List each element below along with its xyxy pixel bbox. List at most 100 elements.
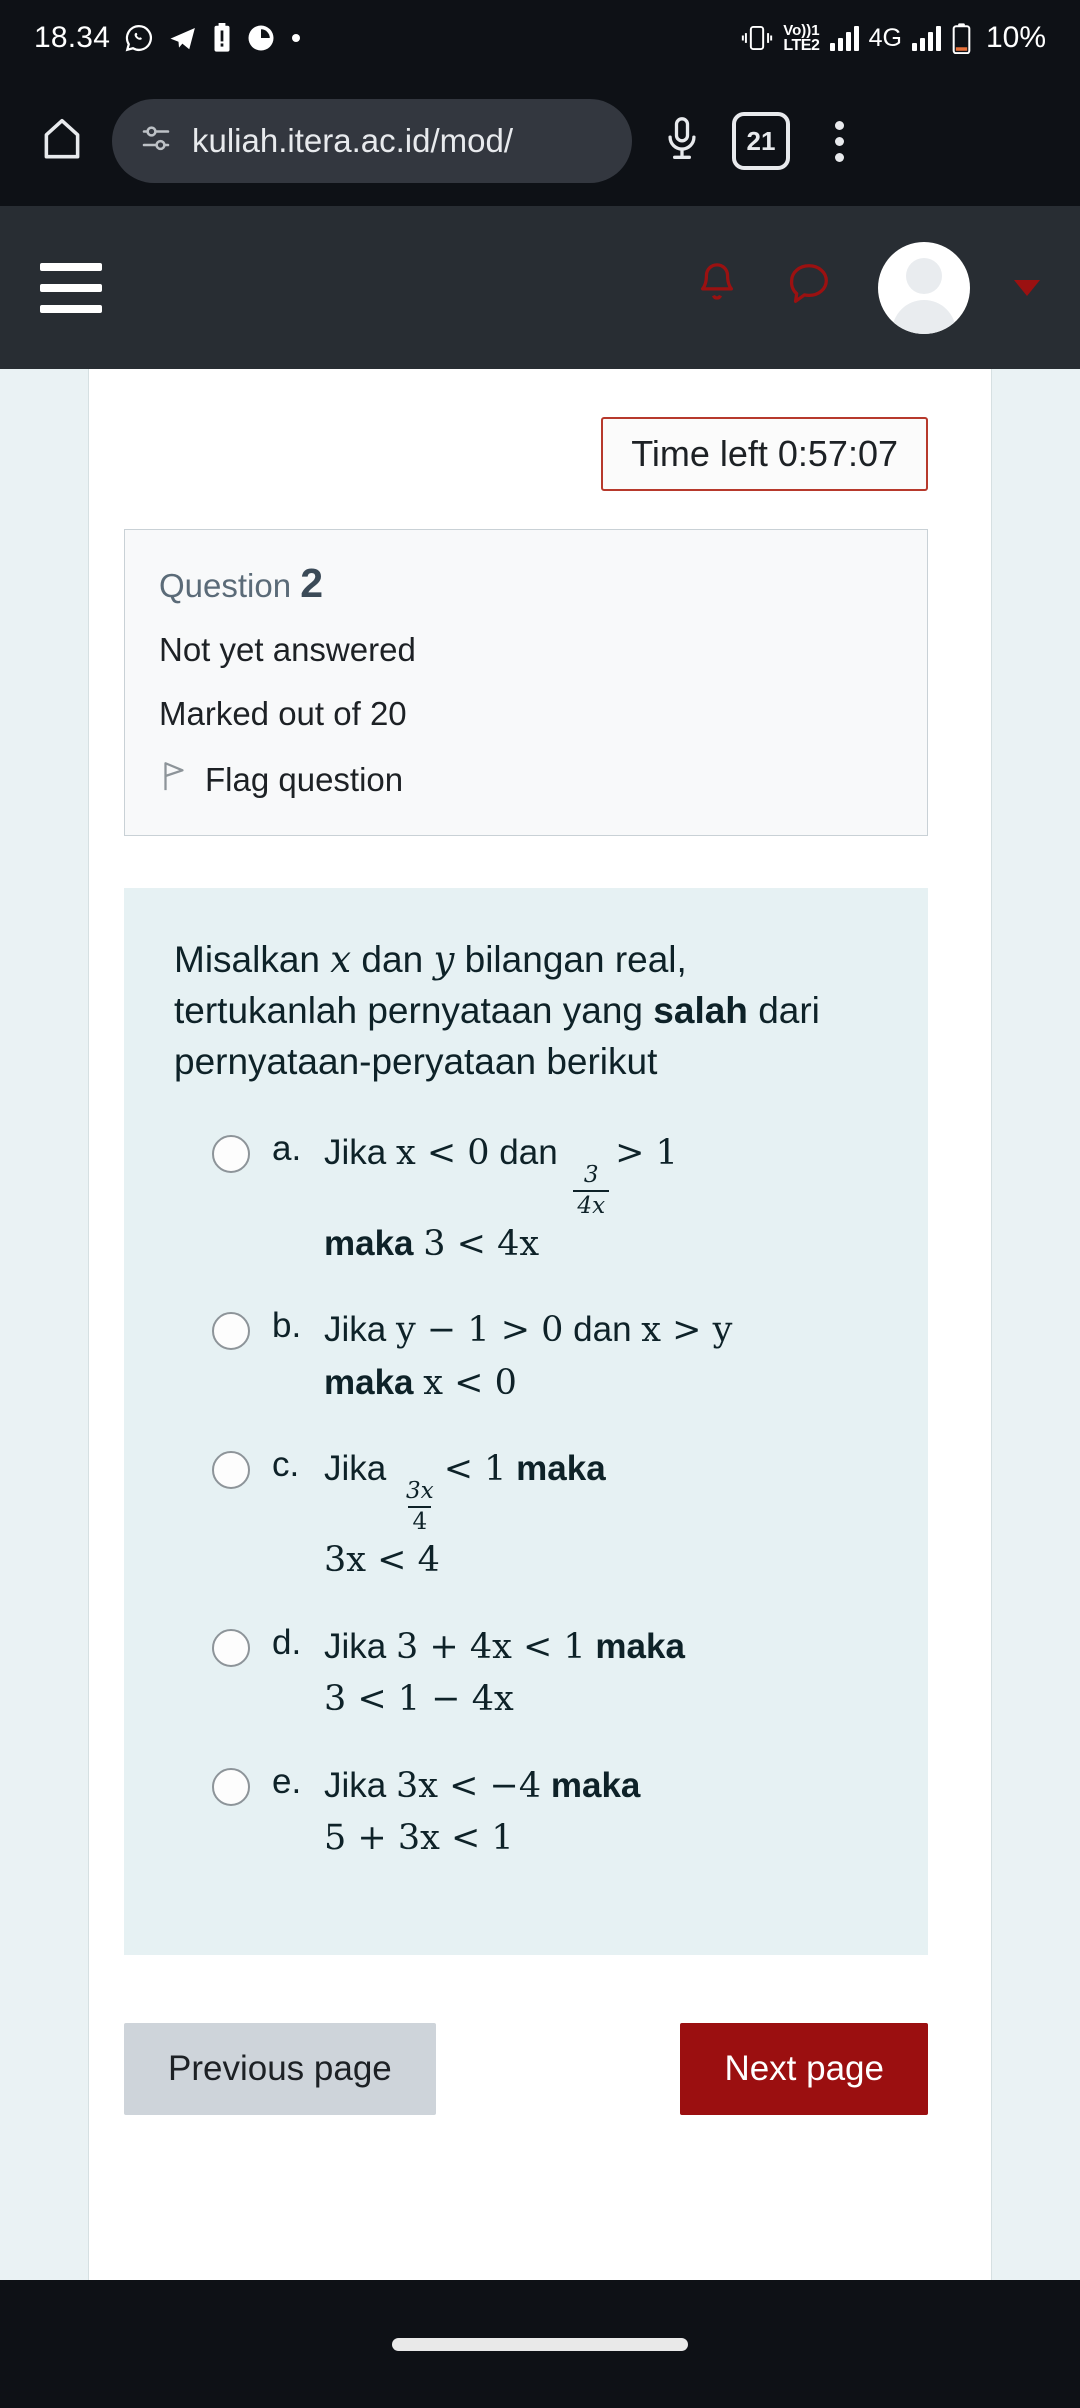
signal-strength-icon-2 [911, 25, 941, 51]
app-icon [246, 23, 276, 53]
home-icon [37, 114, 87, 169]
stem-var-y: y [433, 938, 455, 981]
telegram-icon [168, 23, 198, 53]
stem-emphasis: salah [653, 990, 748, 1032]
question-marks: Marked out of 20 [159, 695, 407, 732]
c-math-2: 3x < 4 [324, 1540, 440, 1581]
d-math-2: 3 < 1 − 4x [324, 1679, 514, 1720]
b-math-1: y − 1 > 0 [395, 1310, 564, 1351]
page-background: Time left 0:57:07 Question 2 Not yet ans… [0, 369, 1080, 2280]
answer-letter-a: a. [272, 1129, 302, 1169]
home-button[interactable] [30, 114, 94, 169]
stem-part-2: dan [351, 939, 434, 980]
answer-option-d[interactable]: d. Jika 3 + 4x < 1 maka 3 < 1 − 4x [212, 1621, 878, 1726]
tune-icon[interactable] [138, 121, 174, 162]
e-math-1: 3x < −4 [395, 1765, 542, 1806]
battery-percent-label: 10% [985, 21, 1046, 54]
answer-letter-d: d. [272, 1622, 302, 1662]
b-maka: maka [324, 1362, 424, 1402]
a-maka: maka [324, 1223, 424, 1263]
microphone-icon [660, 115, 704, 168]
volte-icon: Vo))1 LTE2 [783, 21, 820, 54]
a-math-2: > 1 [615, 1133, 678, 1174]
flag-icon [159, 759, 189, 801]
answer-option-c[interactable]: c. Jika 3x 4 < 1 maka 3x < 4 [212, 1443, 878, 1586]
c-math-1: < 1 [443, 1449, 507, 1490]
question-label: Question [159, 567, 292, 604]
b-math-3: x < 0 [423, 1362, 517, 1403]
b-mid: dan [563, 1310, 642, 1350]
radio-b[interactable] [212, 1312, 250, 1351]
previous-page-button[interactable]: Previous page [124, 2022, 436, 2115]
radio-a[interactable] [212, 1135, 250, 1174]
a-fraction: 3 4x [573, 1161, 610, 1218]
signal-strength-icon-1 [829, 25, 859, 51]
e-pre: Jika [324, 1765, 396, 1805]
navbar-actions [694, 241, 1040, 334]
b-math-2: x > y [641, 1310, 733, 1351]
radio-d[interactable] [212, 1628, 250, 1667]
network-type-label: 4G [868, 23, 902, 52]
overflow-menu-icon [834, 120, 844, 130]
c-frac-num: 3x [405, 1477, 434, 1504]
android-status-bar: 18.34 Vo))1 LTE2 4G 10% [0, 0, 1080, 76]
d-maka: maka [585, 1626, 685, 1666]
question-info-box: Question 2 Not yet answered Marked out o… [124, 529, 928, 836]
radio-c[interactable] [212, 1451, 250, 1490]
dot-icon [290, 32, 302, 44]
c-pre: Jika [324, 1449, 396, 1489]
a-frac-den: 4x [573, 1189, 610, 1218]
status-clock: 18.34 [34, 21, 111, 54]
question-body: Misalkan x dan y bilangan real, tertukan… [124, 888, 928, 1955]
a-frac-num: 3 [583, 1161, 599, 1188]
answer-option-e[interactable]: e. Jika 3x < −4 maka 5 + 3x < 1 [212, 1760, 878, 1865]
answer-option-a[interactable]: a. Jika x < 0 dan 3 4x > 1 maka 3 < 4x [212, 1127, 878, 1270]
battery-alert-icon [212, 23, 232, 53]
c-frac-den: 4 [408, 1505, 432, 1534]
avatar[interactable] [878, 241, 970, 334]
browser-menu-button[interactable] [814, 120, 864, 162]
question-state: Not yet answered [159, 631, 416, 668]
answer-text-e: Jika 3x < −4 maka 5 + 3x < 1 [324, 1760, 640, 1865]
answer-letter-c: c. [272, 1445, 300, 1485]
question-number-row: Question 2 [159, 560, 893, 607]
moodle-navbar [0, 206, 1080, 369]
message-bubble-icon [784, 264, 834, 314]
e-maka: maka [541, 1765, 641, 1805]
vibrate-icon [741, 23, 773, 53]
a-pre: Jika [324, 1133, 396, 1173]
gesture-pill[interactable] [392, 2337, 688, 2351]
c-fraction: 3x 4 [402, 1477, 438, 1534]
messages-button[interactable] [784, 260, 834, 315]
browser-toolbar: kuliah.itera.ac.id/mod/ 21 [0, 76, 1080, 206]
chevron-down-icon[interactable] [1014, 279, 1040, 296]
tab-switcher-button[interactable]: 21 [732, 112, 790, 170]
url-bar[interactable]: kuliah.itera.ac.id/mod/ [112, 99, 632, 183]
bell-icon [694, 263, 740, 314]
e-math-2: 5 + 3x < 1 [324, 1818, 514, 1859]
next-page-button[interactable]: Next page [680, 2022, 928, 2115]
hamburger-menu-icon [40, 262, 102, 271]
status-right-cluster: Vo))1 LTE2 4G 10% [741, 21, 1046, 55]
answer-option-b[interactable]: b. Jika y − 1 > 0 dan x > y maka x < 0 [212, 1304, 878, 1409]
quiz-page-card: Time left 0:57:07 Question 2 Not yet ans… [88, 369, 992, 2280]
flag-question-button[interactable]: Flag question [159, 759, 893, 801]
answer-text-a: Jika x < 0 dan 3 4x > 1 maka 3 < 4x [324, 1127, 678, 1270]
quiz-navigation-buttons: Previous page Next page [124, 2022, 928, 2115]
status-left-cluster: 18.34 [34, 21, 302, 55]
android-navigation-bar [0, 2280, 1080, 2408]
a-math-3: 3 < 4x [423, 1223, 540, 1264]
whatsapp-icon [124, 23, 154, 53]
quiz-timer: Time left 0:57:07 [601, 417, 928, 491]
answer-letter-b: b. [272, 1306, 302, 1346]
answer-text-c: Jika 3x 4 < 1 maka 3x < 4 [324, 1443, 606, 1586]
notifications-button[interactable] [694, 260, 740, 315]
c-maka: maka [506, 1449, 606, 1489]
d-math-1: 3 + 4x < 1 [395, 1626, 586, 1667]
radio-e[interactable] [212, 1767, 250, 1806]
voice-search-button[interactable] [650, 115, 714, 168]
timer-row: Time left 0:57:07 [89, 369, 991, 491]
battery-icon [951, 22, 972, 54]
question-stem: Misalkan x dan y bilangan real, tertukan… [174, 934, 824, 1087]
nav-drawer-toggle[interactable] [40, 262, 102, 313]
